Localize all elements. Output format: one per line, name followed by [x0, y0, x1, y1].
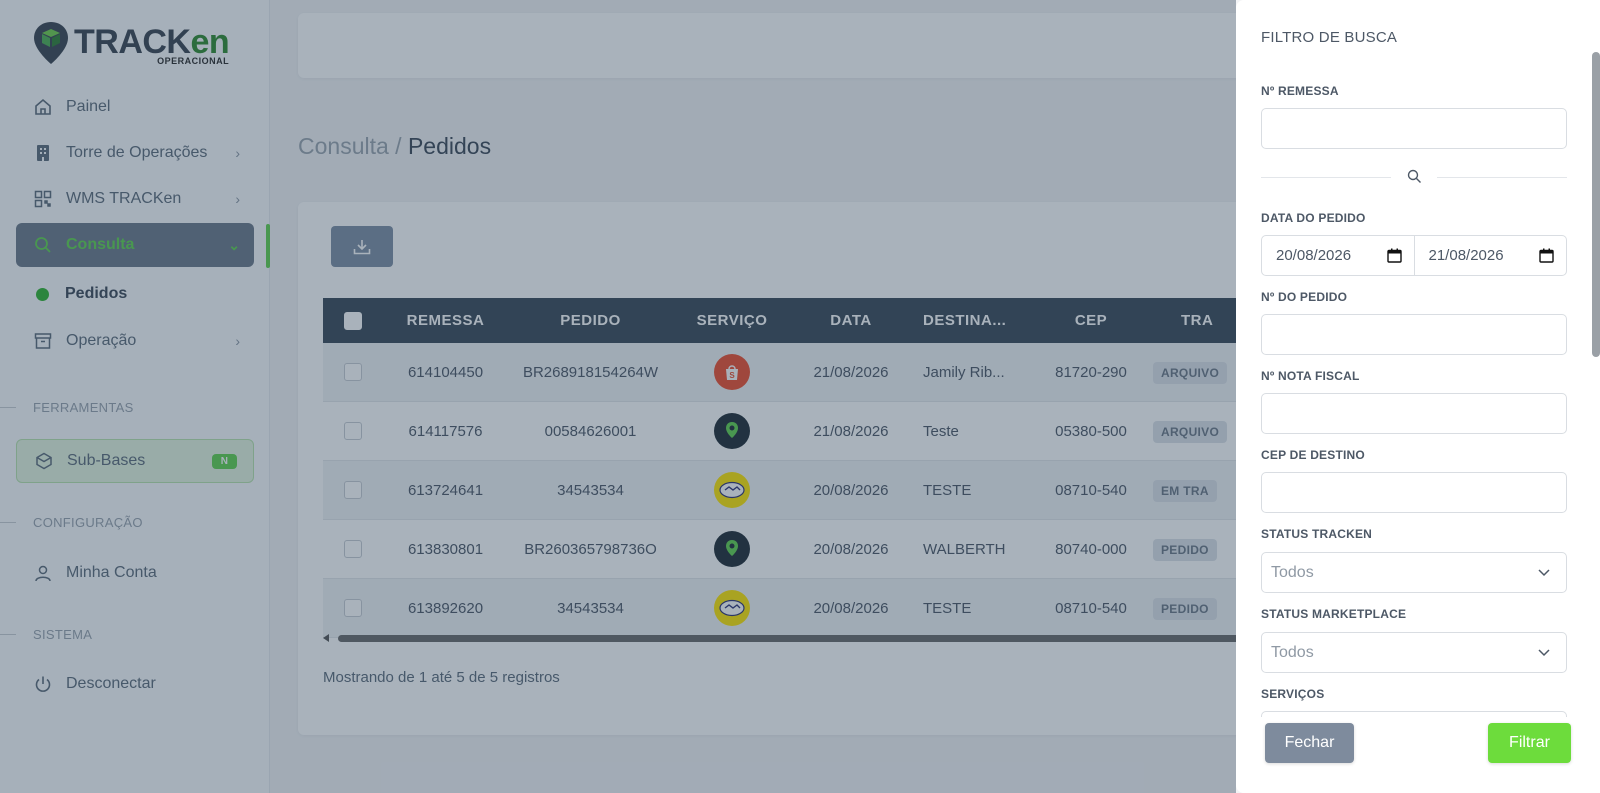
panel-title: FILTRO DE BUSCA — [1261, 29, 1398, 46]
select-value: Todos — [1271, 643, 1314, 661]
remessa-input[interactable] — [1261, 108, 1567, 149]
date-to-value: 21/08/2026 — [1428, 247, 1504, 264]
modal-backdrop[interactable] — [0, 0, 1236, 793]
calendar-icon[interactable] — [1386, 248, 1402, 263]
label-nota-fiscal: Nº NOTA FISCAL — [1261, 369, 1360, 383]
status-tracken-select[interactable]: Todos — [1261, 552, 1567, 593]
pedido-input[interactable] — [1261, 314, 1567, 355]
filter-panel: FILTRO DE BUSCA Nº REMESSA DATA DO PEDID… — [1236, 0, 1600, 793]
label-data-pedido: DATA DO PEDIDO — [1261, 211, 1366, 225]
label-status-marketplace: STATUS MARKETPLACE — [1261, 607, 1407, 621]
date-from-input[interactable]: 20/08/2026 — [1261, 235, 1415, 276]
status-marketplace-select[interactable]: Todos — [1261, 632, 1567, 673]
label-cep: CEP DE DESTINO — [1261, 448, 1365, 462]
servicos-select[interactable] — [1261, 711, 1567, 717]
select-value: Todos — [1271, 563, 1314, 581]
panel-scrollbar[interactable] — [1592, 52, 1600, 357]
date-from-value: 20/08/2026 — [1276, 247, 1352, 264]
filter-button[interactable]: Filtrar — [1488, 723, 1571, 763]
date-to-input[interactable]: 21/08/2026 — [1414, 235, 1567, 276]
chevron-down-icon — [1538, 568, 1550, 576]
label-pedido: Nº DO PEDIDO — [1261, 290, 1348, 304]
cep-input[interactable] — [1261, 472, 1567, 513]
date-range: 20/08/2026 21/08/2026 — [1261, 235, 1567, 276]
close-button[interactable]: Fechar — [1265, 723, 1354, 763]
chevron-down-icon — [1538, 648, 1550, 656]
label-status-tracken: STATUS TRACKEN — [1261, 527, 1373, 541]
label-servicos: SERVIÇOS — [1261, 687, 1325, 701]
label-remessa: Nº REMESSA — [1261, 84, 1339, 98]
calendar-icon[interactable] — [1539, 248, 1554, 263]
search-icon — [1407, 169, 1422, 189]
nota-fiscal-input[interactable] — [1261, 393, 1567, 434]
search-divider — [1261, 169, 1567, 183]
